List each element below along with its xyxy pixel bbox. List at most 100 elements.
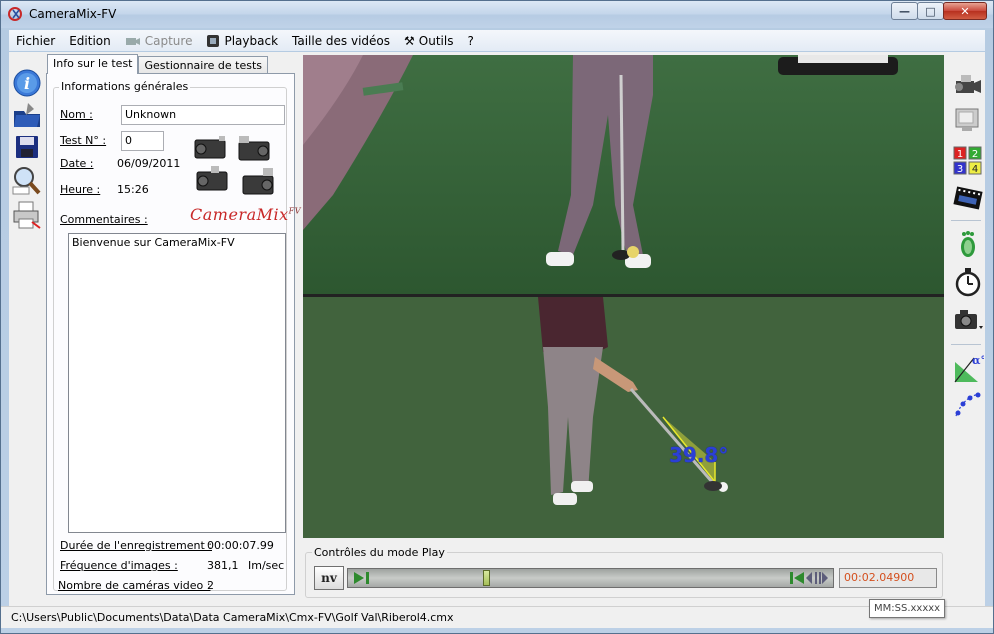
time-format-tooltip: MM:SS.xxxxx — [869, 599, 945, 618]
menu-label: Edition — [69, 33, 111, 48]
film-strip-icon — [953, 186, 983, 210]
general-info-title: Informations générales — [59, 80, 191, 93]
info-icon: i — [13, 69, 41, 97]
camera-count-label: Nombre de caméras video : — [58, 579, 211, 592]
layout-grid-button[interactable]: 1 2 3 4 — [952, 144, 984, 176]
right-toolbar: 1 2 3 4 α° — [949, 56, 985, 601]
fps-label: Fréquence d'images : — [60, 559, 178, 572]
magnifier-icon — [12, 167, 41, 195]
menu-outils[interactable]: ⚒ Outils — [397, 30, 460, 51]
open-folder-icon — [14, 103, 40, 127]
comments-label: Commentaires : — [60, 213, 148, 226]
video-view-top[interactable] — [303, 55, 944, 294]
close-icon: ✕ — [960, 5, 970, 18]
step-controls-icon[interactable] — [788, 570, 832, 586]
monitor-icon — [955, 108, 979, 131]
save-button[interactable] — [11, 132, 43, 162]
window-title: CameraMix-FV — [29, 7, 117, 21]
golfer-side-view — [303, 297, 944, 538]
angle-measurement-label[interactable]: 39.8° — [669, 443, 728, 467]
date-value: 06/09/2011 — [117, 157, 181, 170]
info-button[interactable]: i — [11, 68, 43, 98]
open-button[interactable] — [11, 100, 43, 130]
snapshot-button[interactable] — [952, 304, 984, 336]
svg-text:i: i — [24, 74, 30, 93]
menu-fichier[interactable]: Fichier — [9, 30, 62, 51]
print-button[interactable] — [11, 200, 43, 230]
footprint-button[interactable] — [952, 228, 984, 260]
toolbar-separator — [951, 344, 981, 345]
tab-test-manager[interactable]: Gestionnaire de tests — [138, 56, 268, 74]
menu-edition[interactable]: Edition — [62, 30, 118, 51]
camera-icon — [125, 37, 140, 45]
name-field[interactable]: Unknown — [121, 105, 285, 125]
menu-playback[interactable]: Playback — [199, 30, 285, 51]
monitor-button[interactable] — [952, 104, 984, 136]
duration-value: 00:00:07.99 — [207, 539, 274, 552]
photo-camera-icon — [955, 310, 983, 329]
menu-taille-videos[interactable]: Taille des vidéos — [285, 30, 397, 51]
cameras-logo-icon — [194, 136, 274, 195]
maximize-icon: □ — [925, 5, 936, 18]
app-window: CameraMix-FV — □ ✕ Fichier Edition Captu… — [0, 0, 994, 634]
menu-label: Playback — [224, 33, 279, 48]
close-button[interactable]: ✕ — [943, 2, 987, 20]
name-label: Nom : — [60, 108, 93, 121]
time-value: 15:26 — [117, 183, 149, 196]
brand-text: CameraMix — [190, 205, 289, 224]
video-camera-icon — [955, 75, 981, 93]
menu-capture[interactable]: Capture — [118, 30, 200, 51]
tools-icon: ⚒ — [404, 33, 415, 48]
fps-unit: Im/sec — [248, 559, 285, 572]
tab-info-test[interactable]: Info sur le test — [47, 54, 139, 74]
menu-label: Fichier — [16, 33, 56, 48]
fps-value: 381,1 — [207, 559, 239, 572]
timeline-slider[interactable] — [347, 568, 834, 588]
play-controls-title: Contrôles du mode Play — [312, 546, 447, 559]
test-number-label: Test N° : — [60, 134, 107, 147]
client-area: i Info sur le test Gestionnaire de tests… — [9, 52, 985, 607]
golfer-front-view — [303, 55, 944, 294]
four-views-icon: 1 2 3 4 — [953, 146, 982, 175]
zoom-button[interactable] — [11, 166, 43, 196]
angle-tool-icon: α° — [954, 354, 984, 383]
grid-number-2: 2 — [972, 149, 978, 160]
stopwatch-button[interactable] — [952, 266, 984, 298]
trajectory-tool-button[interactable] — [952, 390, 984, 422]
camera-view-button[interactable] — [952, 68, 984, 100]
video-area: 39.8° — [303, 55, 944, 538]
save-disk-icon — [16, 136, 38, 158]
angle-tool-button[interactable]: α° — [952, 352, 984, 384]
title-bar[interactable]: CameraMix-FV — □ ✕ — [1, 1, 993, 28]
film-icon — [207, 34, 220, 47]
maximize-button[interactable]: □ — [917, 2, 944, 20]
video-view-bottom[interactable]: 39.8° — [303, 297, 944, 538]
comments-field[interactable]: Bienvenue sur CameraMix-FV — [68, 233, 286, 533]
timeline-thumb[interactable] — [482, 570, 490, 586]
test-number-field[interactable]: 0 — [121, 131, 164, 151]
file-path: C:\Users\Public\Documents\Data\Data Came… — [11, 611, 454, 624]
nv-toggle-button[interactable]: nv — [314, 566, 344, 590]
film-strip-button[interactable] — [952, 182, 984, 214]
angle-tool-label: α° — [972, 354, 984, 367]
left-toolbar: i — [9, 56, 43, 601]
window-controls: — □ ✕ — [891, 2, 987, 20]
trajectory-icon — [955, 392, 981, 417]
brand-sup: FV — [288, 206, 301, 216]
play-start-icon[interactable] — [352, 570, 372, 586]
menu-label: Capture — [144, 33, 193, 48]
current-time-display[interactable]: 00:02.04900 — [839, 568, 937, 588]
menu-label: ? — [467, 33, 474, 48]
tab-strip: Info sur le test Gestionnaire de tests — [47, 54, 268, 74]
info-panel: Informations générales Nom : Unknown Tes… — [46, 73, 300, 595]
grid-number-4: 4 — [972, 164, 978, 175]
menu-help[interactable]: ? — [460, 30, 480, 51]
grid-number-3: 3 — [957, 164, 963, 175]
minimize-button[interactable]: — — [891, 2, 918, 20]
time-label: Heure : — [60, 183, 101, 196]
stopwatch-icon — [955, 268, 981, 297]
date-label: Date : — [60, 157, 94, 170]
app-logo-icon — [8, 7, 22, 21]
minimize-icon: — — [899, 5, 910, 18]
menu-bar: Fichier Edition Capture Playback Taille … — [9, 30, 985, 51]
